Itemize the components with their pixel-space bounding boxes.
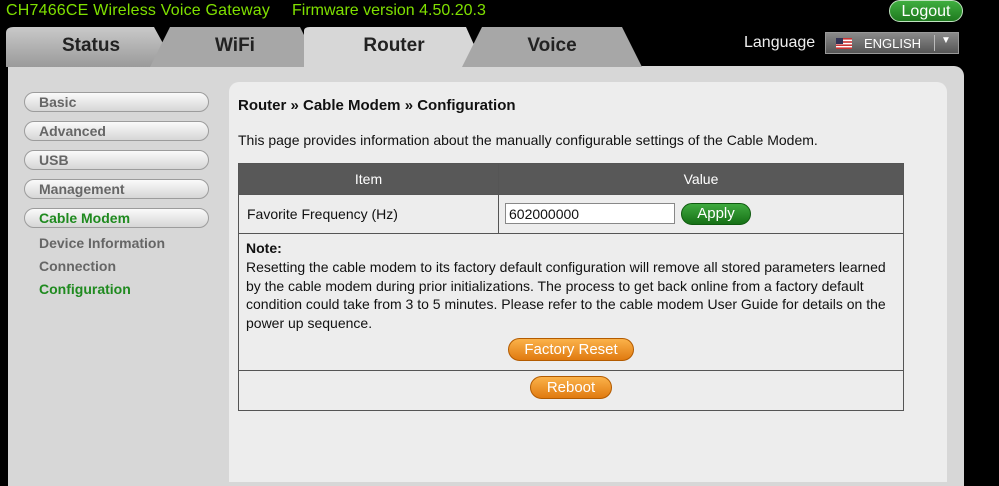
- sidebar-item-cable-modem[interactable]: Cable Modem: [24, 208, 209, 228]
- sidebar-subitem-configuration[interactable]: Configuration: [39, 281, 131, 297]
- page-title: Router » Cable Modem » Configuration: [238, 97, 516, 114]
- tab-voice[interactable]: Voice: [462, 27, 642, 67]
- sidebar-item-usb[interactable]: USB: [24, 150, 209, 170]
- tab-voice-label: Voice: [527, 35, 577, 56]
- favorite-frequency-label: Favorite Frequency (Hz): [238, 194, 499, 234]
- language-label: Language: [744, 34, 816, 51]
- reboot-button[interactable]: Reboot: [530, 376, 612, 399]
- table-header-row: Item Value: [238, 163, 904, 195]
- sidebar-item-advanced[interactable]: Advanced: [24, 121, 209, 141]
- us-flag-icon: [836, 38, 852, 49]
- tab-wifi-label: WiFi: [215, 35, 255, 56]
- factory-reset-button[interactable]: Factory Reset: [508, 338, 634, 361]
- device-model-title: CH7466CE Wireless Voice Gateway: [6, 2, 271, 19]
- firmware-version: Firmware version 4.50.20.3: [292, 2, 486, 19]
- sidebar-subitem-device-information[interactable]: Device Information: [39, 235, 165, 251]
- logout-button[interactable]: Logout: [889, 0, 963, 22]
- sidebar-subitem-connection[interactable]: Connection: [39, 258, 116, 274]
- chevron-down-icon: ▼: [941, 35, 951, 46]
- language-select[interactable]: ENGLISH ▼: [825, 32, 959, 54]
- page-description: This page provides information about the…: [238, 132, 818, 148]
- note-text: Resetting the cable modem to its factory…: [246, 259, 886, 331]
- tab-wifi[interactable]: WiFi: [150, 27, 320, 67]
- sidebar-item-basic[interactable]: Basic: [24, 92, 209, 112]
- column-header-item: Item: [238, 163, 499, 195]
- note-title: Note:: [246, 240, 282, 256]
- column-header-value: Value: [498, 163, 904, 195]
- tab-router[interactable]: Router: [304, 27, 484, 67]
- language-divider: [934, 35, 935, 51]
- tab-router-label: Router: [363, 35, 425, 56]
- favorite-frequency-input[interactable]: [505, 203, 675, 224]
- sidebar-item-management[interactable]: Management: [24, 179, 209, 199]
- language-selected-value: ENGLISH: [864, 36, 922, 51]
- tab-status-label: Status: [61, 35, 121, 56]
- apply-button[interactable]: Apply: [681, 203, 751, 225]
